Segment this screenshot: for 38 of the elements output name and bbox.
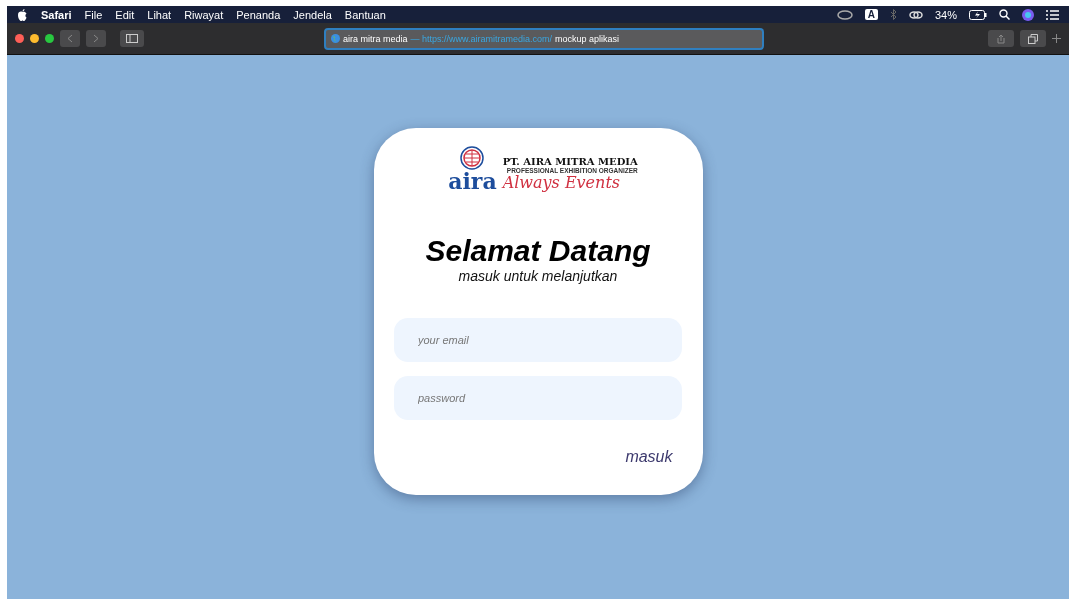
menu-item[interactable]: Penanda bbox=[236, 8, 281, 21]
chevron-right-icon bbox=[93, 34, 99, 43]
zoom-icon[interactable] bbox=[45, 34, 54, 43]
tabs-button[interactable] bbox=[1020, 30, 1046, 47]
company-name: PT. AIRA MITRA MEDIA bbox=[502, 156, 638, 167]
logo-wordmark: aira bbox=[448, 170, 497, 192]
close-icon[interactable] bbox=[15, 34, 24, 43]
battery-icon[interactable] bbox=[969, 9, 987, 20]
address-field[interactable]: aira mitra media — https://www.airamitramedia.com/ mockup aplikasi bbox=[324, 27, 764, 50]
tabs-icon bbox=[1028, 33, 1038, 44]
input-field[interactable]: password bbox=[394, 376, 682, 420]
menu-item[interactable]: Edit bbox=[115, 8, 135, 21]
battery-percent[interactable]: 34% bbox=[934, 8, 957, 21]
plus-icon[interactable] bbox=[1052, 34, 1061, 43]
globe-icon bbox=[460, 146, 485, 170]
globe-icon bbox=[331, 34, 340, 43]
welcome-title: Selamat Datang bbox=[425, 234, 651, 268]
menu-item[interactable]: Bantuan bbox=[344, 8, 386, 21]
welcome-subtitle: masuk untuk melanjutkan bbox=[458, 268, 618, 284]
input-source-badge[interactable]: A bbox=[864, 9, 878, 20]
menu-item[interactable]: Riwayat bbox=[184, 8, 224, 21]
menu-item[interactable]: Jendela bbox=[293, 8, 332, 21]
menu-item[interactable]: File bbox=[84, 8, 103, 21]
search-icon[interactable] bbox=[999, 9, 1010, 20]
sidebar-button[interactable] bbox=[120, 30, 144, 47]
list-icon[interactable] bbox=[1046, 9, 1059, 20]
slogan: Always Events bbox=[502, 174, 621, 192]
input-field[interactable]: your email bbox=[394, 318, 682, 362]
chevron-left-icon bbox=[67, 34, 73, 43]
bluetooth-icon[interactable] bbox=[889, 9, 897, 20]
link-icon[interactable] bbox=[908, 9, 923, 20]
menu-item[interactable]: Lihat bbox=[147, 8, 172, 21]
apple-icon[interactable] bbox=[17, 8, 28, 21]
submit-button[interactable]: masuk bbox=[625, 448, 673, 466]
minimize-icon[interactable] bbox=[30, 34, 39, 43]
sidebar-icon bbox=[126, 34, 138, 43]
menu-item[interactable]: Safari bbox=[41, 8, 72, 21]
share-icon bbox=[997, 33, 1005, 44]
